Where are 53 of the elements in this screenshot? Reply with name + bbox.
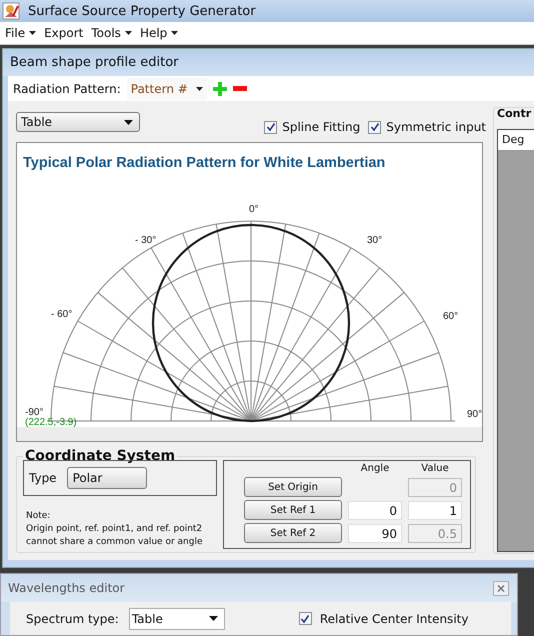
caret-icon	[124, 120, 133, 124]
check-icon	[300, 614, 310, 624]
field-label: Type	[29, 471, 57, 485]
note-text: Origin point, ref. point1, and ref. point2	[26, 523, 204, 536]
group-title: Coordinate System	[24, 448, 176, 464]
caret-icon	[29, 31, 36, 35]
mode-dropdown[interactable]: Table	[16, 112, 140, 132]
column-header: Value	[420, 463, 450, 474]
angle-label: 90°	[467, 409, 482, 420]
pattern-dropdown[interactable]: Pattern #	[126, 78, 207, 100]
set-point-button[interactable]: Set Ref 2	[244, 523, 342, 543]
field-label: Spectrum type:	[26, 612, 119, 626]
note-text: cannot share a common value or angle	[26, 536, 204, 549]
plus-icon[interactable]	[212, 82, 227, 96]
check-icon	[370, 122, 380, 132]
panel-title: Beam shape profile editor	[10, 55, 178, 70]
caret-icon	[196, 86, 203, 90]
caret-icon	[171, 31, 178, 35]
spectrum-dropdown[interactable]: Table	[128, 608, 225, 630]
menu-item[interactable]: Export	[41, 24, 86, 42]
checkbox-option[interactable]: Spline Fitting	[264, 120, 360, 134]
caret-icon	[208, 616, 218, 621]
angle-label: 0°	[249, 204, 259, 215]
caret-icon	[124, 31, 132, 35]
check-icon	[266, 122, 276, 132]
angle-field[interactable]: 90	[348, 524, 402, 542]
menu-item[interactable]: Tools	[88, 24, 135, 42]
angle-label: 30°	[367, 235, 382, 246]
angle-label: - 60°	[51, 309, 72, 320]
window-title: Surface Source Property Generator	[28, 4, 256, 18]
app-icon	[2, 2, 20, 20]
menu-item[interactable]: Help	[136, 24, 182, 42]
panel-title: Wavelengths editor	[8, 581, 125, 595]
close-icon[interactable]	[493, 580, 509, 596]
menu-item[interactable]: File	[2, 24, 40, 42]
column-header: Angle	[360, 463, 390, 474]
angle-label: 60°	[443, 311, 458, 322]
chart-title: Typical Polar Radiation Pattern for White Lambertian	[23, 155, 386, 171]
angle-field[interactable]: 0	[348, 500, 402, 520]
angle-label: - 30°	[135, 235, 156, 246]
checkbox-option[interactable]: Symmetric input	[368, 120, 486, 134]
value-field[interactable]: 1	[408, 500, 462, 520]
angle-label: -90°	[25, 407, 44, 418]
note-text: Note:	[26, 510, 52, 523]
column-header: Deg	[498, 130, 534, 151]
set-point-button[interactable]: Set Ref 1	[244, 500, 342, 520]
group-title: Contr	[497, 107, 532, 122]
set-point-button[interactable]: Set Origin	[244, 477, 342, 497]
cursor-readout: (222.5,-3.9)	[25, 417, 77, 428]
type-button[interactable]: Polar	[66, 467, 147, 489]
field-label: Radiation Pattern:	[13, 82, 121, 96]
checkbox-option[interactable]: Relative Center Intensity	[298, 612, 468, 626]
minus-icon[interactable]	[232, 86, 247, 91]
